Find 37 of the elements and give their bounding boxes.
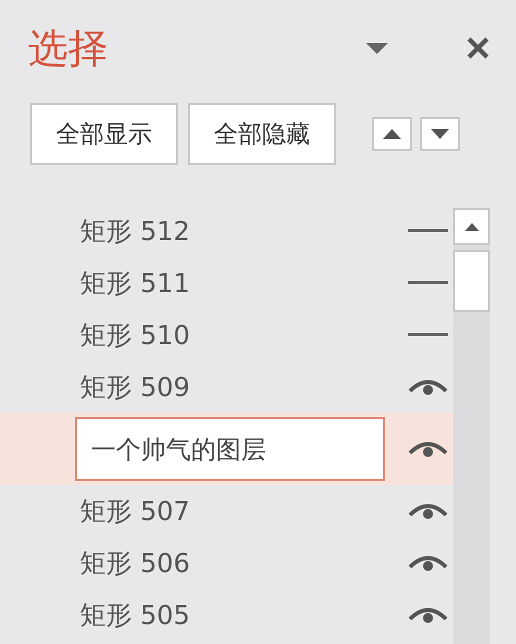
layer-row[interactable]: 矩形 512 (0, 205, 453, 257)
scroll-up-button[interactable] (453, 208, 490, 245)
layer-row[interactable]: 矩形 509 (0, 361, 453, 413)
dash-icon[interactable] (408, 281, 448, 285)
layer-name[interactable]: 矩形 506 (80, 546, 408, 580)
scrollbar[interactable] (453, 208, 490, 644)
eye-icon[interactable] (408, 501, 448, 521)
layer-row[interactable]: 矩形 505 (0, 589, 453, 641)
eye-icon[interactable] (408, 605, 448, 625)
layer-name[interactable]: 矩形 510 (80, 318, 408, 352)
eye-icon[interactable] (408, 553, 448, 573)
move-up-button[interactable] (372, 117, 412, 151)
layer-name[interactable]: 矩形 509 (80, 370, 408, 404)
move-down-button[interactable] (420, 117, 460, 151)
layer-name[interactable]: 矩形 511 (80, 266, 408, 300)
up-triangle-icon (383, 129, 401, 139)
dropdown-caret-icon[interactable] (366, 42, 388, 54)
eye-icon[interactable] (408, 377, 448, 397)
layer-row[interactable]: 一个帅气的图层 (0, 413, 453, 485)
eye-icon[interactable] (408, 439, 448, 459)
dash-icon[interactable] (408, 229, 448, 233)
show-all-button[interactable]: 全部显示 (30, 103, 178, 165)
layer-name[interactable]: 矩形 512 (80, 214, 408, 248)
hide-all-button[interactable]: 全部隐藏 (188, 103, 336, 165)
down-triangle-icon (431, 129, 449, 139)
layer-row[interactable]: 矩形 510 (0, 309, 453, 361)
layer-row[interactable]: 矩形 511 (0, 257, 453, 309)
layer-row[interactable]: 矩形 507 (0, 485, 453, 537)
dash-icon[interactable] (408, 333, 448, 337)
close-icon[interactable] (466, 36, 490, 60)
panel-title: 选择 (28, 24, 109, 74)
layer-name[interactable]: 矩形 505 (80, 598, 408, 632)
scroll-thumb[interactable] (453, 250, 490, 312)
up-triangle-icon (464, 222, 478, 230)
layer-row[interactable]: 矩形 506 (0, 537, 453, 589)
layer-name-field[interactable]: 一个帅气的图层 (75, 417, 385, 481)
layer-name[interactable]: 矩形 507 (80, 494, 408, 528)
